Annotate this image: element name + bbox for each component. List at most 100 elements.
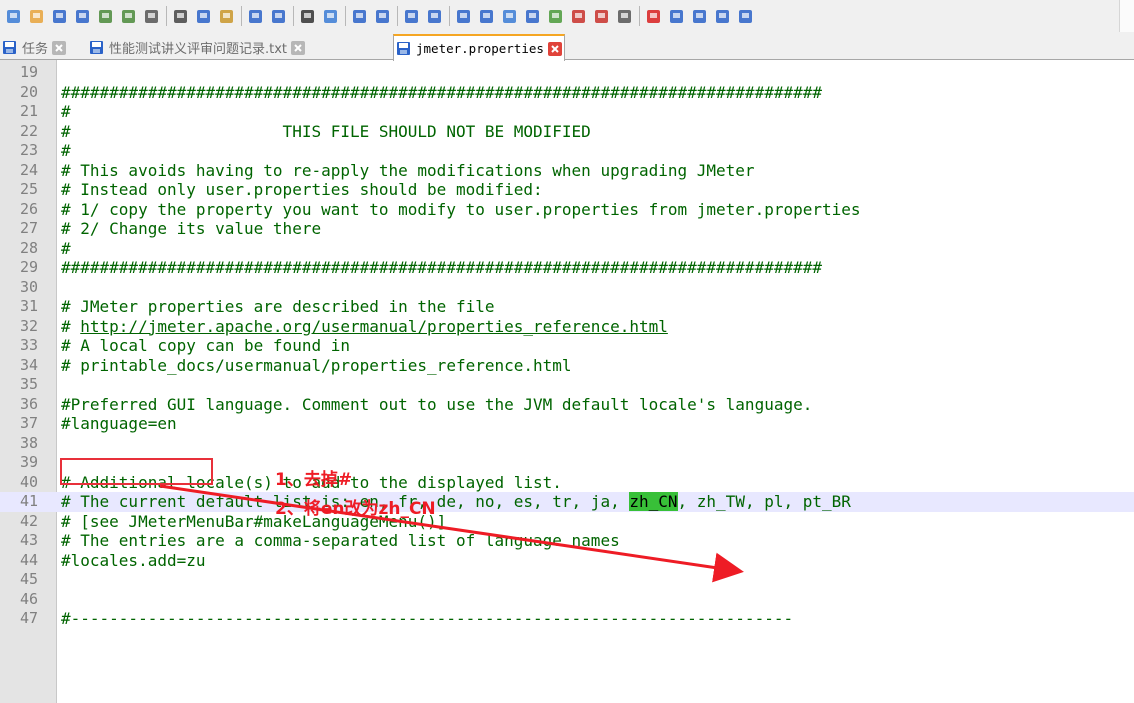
- new-file-button[interactable]: [4, 7, 23, 26]
- user-language-button[interactable]: [523, 7, 542, 26]
- code-line[interactable]: 43 # The entries are a comma-separated li…: [0, 531, 1134, 551]
- code-segment: ########################################…: [61, 258, 822, 277]
- close-tab-icon[interactable]: [52, 40, 67, 55]
- monitoring-icon: [618, 9, 631, 23]
- line-number: 44: [19, 550, 38, 569]
- code-text: #---------------------------------------…: [61, 609, 793, 629]
- code-line[interactable]: 30: [0, 278, 1134, 298]
- save-button[interactable]: [50, 7, 69, 26]
- close-button[interactable]: [96, 7, 115, 26]
- editor[interactable]: 19 20 ####################################…: [0, 60, 1134, 703]
- line-number: 35: [19, 375, 38, 393]
- code-segment: , zh_TW, pl, pt_BR: [677, 492, 851, 511]
- line-number: 40: [19, 472, 38, 491]
- undo-button[interactable]: [246, 7, 265, 26]
- zoom-in-button[interactable]: [350, 7, 369, 26]
- code-line[interactable]: 27 # 2/ Change its value there: [0, 219, 1134, 239]
- zoom-out-button[interactable]: [373, 7, 392, 26]
- zoom-in-icon: [353, 9, 366, 23]
- code-line[interactable]: 41 # The current default list is: en, fr,…: [0, 492, 1134, 512]
- save-macro-icon: [739, 9, 752, 23]
- code-line[interactable]: 22 # THIS FILE SHOULD NOT BE MODIFIED: [0, 122, 1134, 142]
- code-line[interactable]: 37 #language=en: [0, 414, 1134, 434]
- tab-2[interactable]: jmeter.properties: [393, 34, 565, 61]
- tab-1[interactable]: 性能测试讲义评审问题记录.txt: [87, 35, 307, 60]
- line-number: 27: [19, 219, 38, 237]
- folder-workspace-button[interactable]: [592, 7, 611, 26]
- run-macro-multiple-button[interactable]: [713, 7, 732, 26]
- code-line[interactable]: 34 # printable_docs/usermanual/properties…: [0, 356, 1134, 376]
- monitoring-button[interactable]: [615, 7, 634, 26]
- code-line[interactable]: 29 ######################################…: [0, 258, 1134, 278]
- code-line[interactable]: 33 # A local copy can be found in: [0, 336, 1134, 356]
- doc-link[interactable]: http://jmeter.apache.org/usermanual/prop…: [80, 317, 668, 336]
- code-text: # A local copy can be found in: [61, 336, 350, 356]
- code-line[interactable]: 44 #locales.add=zu: [0, 551, 1134, 571]
- sync-horizontal-button[interactable]: [425, 7, 444, 26]
- code-text: # The current default list is: en, fr, d…: [61, 492, 851, 512]
- annotation-step2: 2、将en改为zh_CN: [275, 499, 436, 519]
- paste-button[interactable]: [217, 7, 236, 26]
- code-line[interactable]: 45: [0, 570, 1134, 590]
- indent-guide-button[interactable]: [500, 7, 519, 26]
- code-line[interactable]: 35: [0, 375, 1134, 395]
- cut-button[interactable]: [171, 7, 190, 26]
- show-all-chars-button[interactable]: [477, 7, 496, 26]
- new-file-icon: [7, 9, 20, 23]
- code-segment: # A local copy can be found in: [61, 336, 350, 355]
- print-button[interactable]: [142, 7, 161, 26]
- code-line[interactable]: 46: [0, 590, 1134, 610]
- code-line[interactable]: 32 # http://jmeter.apache.org/usermanual/…: [0, 317, 1134, 337]
- code-text: ########################################…: [61, 258, 822, 278]
- doc-map-button[interactable]: [546, 7, 565, 26]
- code-line[interactable]: 24 # This avoids having to re-apply the m…: [0, 161, 1134, 181]
- code-text: # The entries are a comma-separated list…: [61, 531, 620, 551]
- code-segment: # JMeter properties are described in the…: [61, 297, 495, 316]
- close-tab-icon[interactable]: [291, 40, 306, 55]
- code-line[interactable]: 28 #: [0, 239, 1134, 259]
- record-macro-button[interactable]: [644, 7, 663, 26]
- code-line[interactable]: 36 #Preferred GUI language. Comment out t…: [0, 395, 1134, 415]
- save-macro-button[interactable]: [736, 7, 755, 26]
- find-button[interactable]: [298, 7, 317, 26]
- code-segment: #locales.add=zu: [61, 550, 206, 570]
- run-macro-multiple-icon: [716, 9, 729, 23]
- code-line[interactable]: 31 # JMeter properties are described in t…: [0, 297, 1134, 317]
- code-line[interactable]: 20 ######################################…: [0, 83, 1134, 103]
- copy-button[interactable]: [194, 7, 213, 26]
- code-line[interactable]: 47 #-------------------------------------…: [0, 609, 1134, 629]
- close-tab-icon[interactable]: [547, 41, 562, 56]
- code-segment: #Preferred GUI language. Comment out to …: [61, 394, 813, 414]
- code-segment: #: [61, 141, 71, 160]
- save-all-button[interactable]: [73, 7, 92, 26]
- doc-map-icon: [549, 9, 562, 23]
- code-text: # This avoids having to re-apply the mod…: [61, 161, 755, 181]
- line-number: 23: [19, 141, 38, 159]
- code-line[interactable]: 26 # 1/ copy the property you want to mod…: [0, 200, 1134, 220]
- replace-button[interactable]: [321, 7, 340, 26]
- line-number: 37: [19, 414, 38, 432]
- redo-button[interactable]: [269, 7, 288, 26]
- line-number: 31: [19, 297, 38, 315]
- stop-recording-button[interactable]: [667, 7, 686, 26]
- open-file-button[interactable]: [27, 7, 46, 26]
- function-list-button[interactable]: [569, 7, 588, 26]
- code-segment: #: [61, 316, 81, 336]
- code-line[interactable]: 38: [0, 434, 1134, 454]
- close-all-button[interactable]: [119, 7, 138, 26]
- code-text: # THIS FILE SHOULD NOT BE MODIFIED: [61, 122, 591, 142]
- code-line[interactable]: 21 #: [0, 102, 1134, 122]
- code-segment: # 1/ copy the property you want to modif…: [61, 199, 861, 219]
- toolbar: [0, 0, 1134, 32]
- sync-vertical-button[interactable]: [402, 7, 421, 26]
- code-line[interactable]: 23 #: [0, 141, 1134, 161]
- tab-0[interactable]: 任务: [0, 35, 68, 60]
- replace-icon: [324, 9, 337, 23]
- line-number: 28: [19, 238, 38, 257]
- playback-button[interactable]: [690, 7, 709, 26]
- code-line[interactable]: 25 # Instead only user.properties should …: [0, 180, 1134, 200]
- code-line[interactable]: 42 # [see JMeterMenuBar#makeLanguageMenu(…: [0, 512, 1134, 532]
- code-line[interactable]: 19: [0, 63, 1134, 83]
- word-wrap-button[interactable]: [454, 7, 473, 26]
- editor-lines[interactable]: 19 20 ####################################…: [0, 63, 1134, 629]
